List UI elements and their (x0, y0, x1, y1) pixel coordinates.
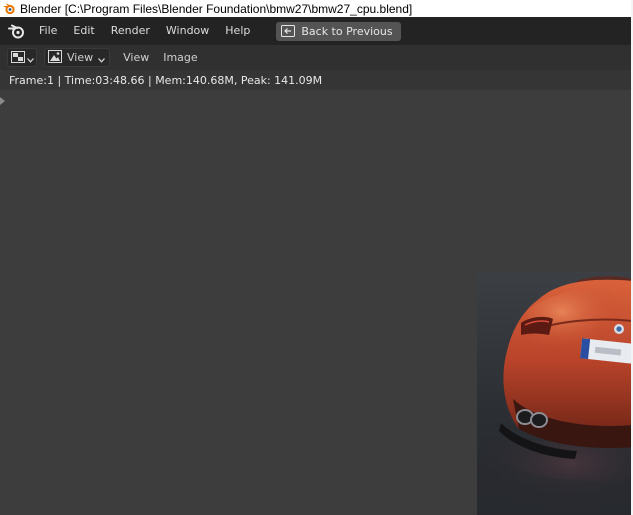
chevron-down-icon (26, 48, 34, 67)
image-editor-header: View View Image (0, 45, 633, 70)
top-menubar: File Edit Render Window Help Back to Pre… (0, 17, 633, 45)
menu-file[interactable]: File (31, 20, 65, 42)
menu-window[interactable]: Window (158, 20, 217, 42)
view-dropdown-label: View (67, 51, 94, 64)
chevron-down-icon (98, 48, 106, 67)
window-titlebar: Blender [C:\Program Files\Blender Founda… (0, 0, 633, 17)
blender-logo-icon[interactable] (3, 17, 29, 45)
menu-render[interactable]: Render (103, 20, 158, 42)
header-menu-view[interactable]: View (116, 51, 156, 64)
back-to-previous-label: Back to Previous (301, 24, 393, 38)
render-result-image (477, 271, 633, 515)
blender-icon (0, 0, 18, 17)
render-stats: Frame:1 | Time:03:48.66 | Mem:140.68M, P… (9, 73, 323, 87)
sidebar-toggle-icon[interactable] (0, 90, 6, 109)
window-title: Blender [C:\Program Files\Blender Founda… (20, 1, 413, 16)
image-editor-icon (10, 48, 25, 67)
image-icon (48, 48, 62, 67)
editor-type-dropdown[interactable] (7, 48, 37, 67)
menu-edit[interactable]: Edit (65, 20, 102, 42)
back-to-previous-button[interactable]: Back to Previous (276, 21, 401, 41)
image-viewport[interactable] (0, 90, 633, 515)
menu-help[interactable]: Help (217, 20, 258, 42)
header-menu-image[interactable]: Image (156, 51, 204, 64)
back-arrow-icon (281, 25, 296, 37)
view-dropdown[interactable]: View (44, 48, 111, 67)
render-info-bar: Frame:1 | Time:03:48.66 | Mem:140.68M, P… (0, 70, 633, 90)
